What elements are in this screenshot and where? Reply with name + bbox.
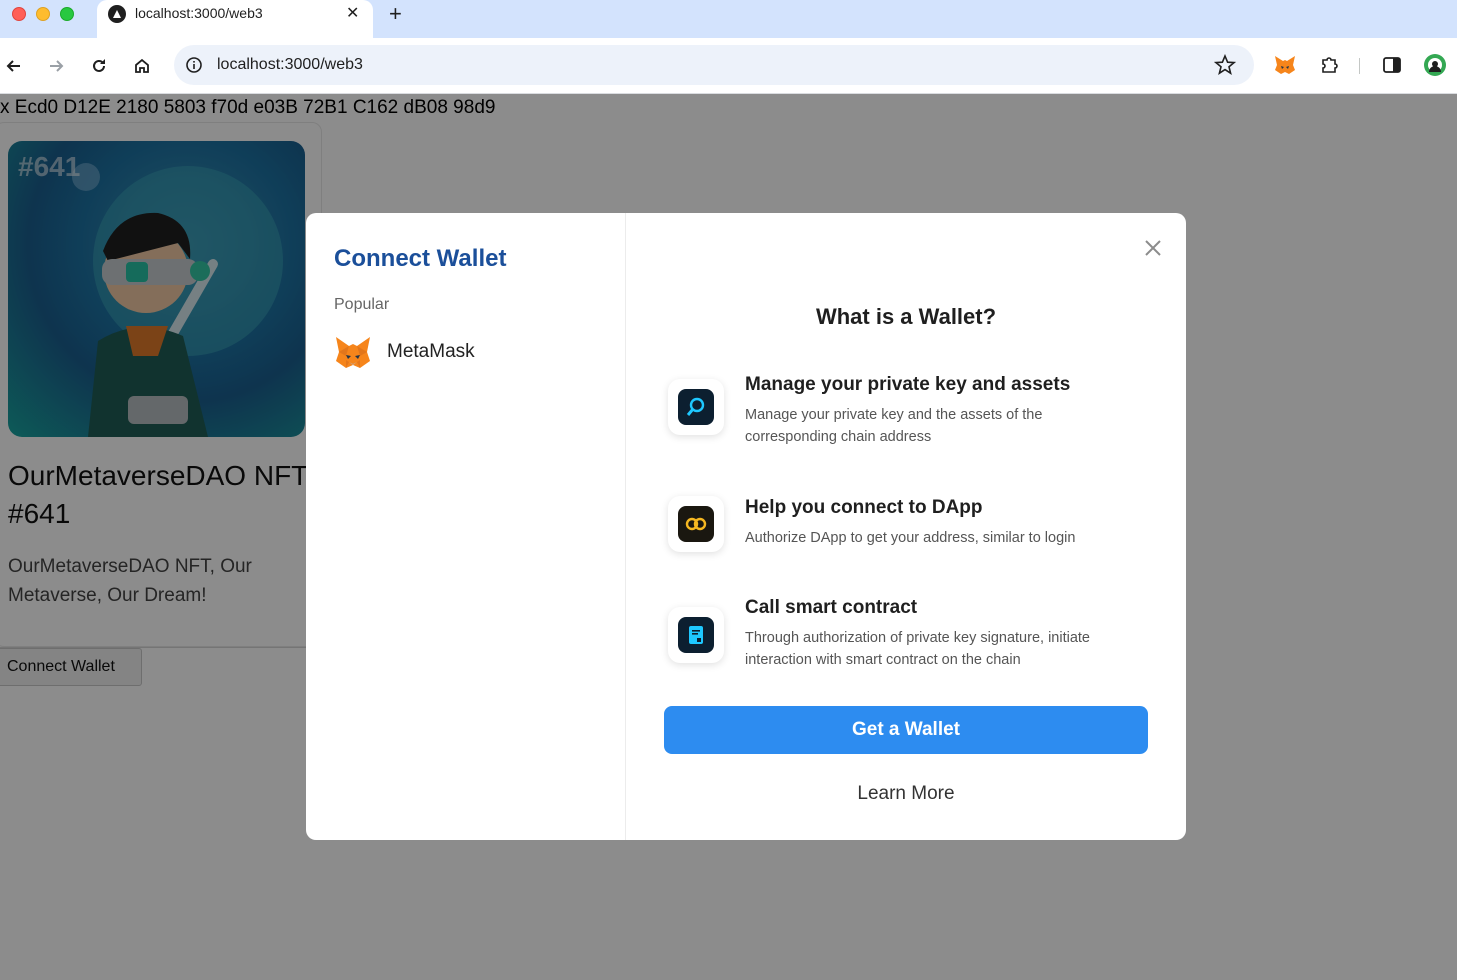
forward-arrow-icon[interactable]	[44, 54, 68, 78]
address-bar[interactable]: localhost:3000/web3	[174, 45, 1254, 85]
browser-tab[interactable]: localhost:3000/web3 ✕	[97, 0, 373, 38]
window-zoom-button[interactable]	[60, 7, 74, 21]
tab-title: localhost:3000/web3	[135, 5, 263, 21]
link-icon	[668, 496, 724, 552]
tab-close-icon[interactable]: ✕	[346, 4, 359, 24]
feature-description: Manage your private key and the assets o…	[745, 407, 1043, 445]
wallet-option-metamask[interactable]: MetaMask	[334, 333, 604, 373]
get-a-wallet-button[interactable]: Get a Wallet	[664, 706, 1148, 754]
feature-title: Call smart contract	[745, 597, 918, 618]
browser-tab-bar: localhost:3000/web3 ✕ +	[0, 0, 1457, 38]
close-icon[interactable]	[1142, 237, 1164, 259]
profile-avatar-icon[interactable]	[1422, 52, 1448, 78]
nextjs-favicon-icon	[108, 5, 126, 23]
window-minimize-button[interactable]	[36, 7, 50, 21]
home-icon[interactable]	[130, 54, 154, 78]
toolbar-divider	[1359, 58, 1360, 74]
window-close-button[interactable]	[12, 7, 26, 21]
side-panel-icon[interactable]	[1379, 52, 1405, 78]
feature-title: Help you connect to DApp	[745, 497, 983, 518]
feature-description: Through authorization of private key sig…	[745, 630, 1090, 668]
wallet-info-heading: What is a Wallet?	[815, 304, 997, 329]
wallet-option-label: MetaMask	[387, 341, 475, 362]
new-tab-button[interactable]: +	[389, 2, 402, 26]
learn-more-link[interactable]: Learn More	[626, 783, 1186, 805]
url-text[interactable]: localhost:3000/web3	[217, 56, 363, 74]
metamask-extension-icon[interactable]	[1272, 52, 1298, 78]
feature-description: Authorize DApp to get your address, simi…	[745, 530, 1076, 546]
key-search-icon	[668, 379, 724, 435]
reload-icon[interactable]	[87, 54, 111, 78]
modal-title: Connect Wallet	[334, 245, 507, 272]
page-content: x Ecd0 D12E 2180 5803 f70d e03B 72B1 C16…	[0, 94, 1457, 980]
site-info-icon[interactable]	[185, 56, 203, 79]
extensions-puzzle-icon[interactable]	[1316, 52, 1342, 78]
contract-icon	[668, 607, 724, 663]
metamask-fox-icon	[334, 334, 372, 372]
browser-toolbar: localhost:3000/web3	[0, 38, 1457, 94]
wallet-list-panel: Connect Wallet Popular MetaMask	[306, 213, 626, 840]
back-arrow-icon[interactable]	[2, 54, 26, 78]
bookmark-star-icon[interactable]	[1213, 53, 1237, 81]
connect-wallet-modal: Connect Wallet Popular MetaMask What is …	[306, 213, 1186, 840]
feature-title: Manage your private key and assets	[745, 374, 1071, 395]
popular-section-label: Popular	[334, 296, 390, 313]
